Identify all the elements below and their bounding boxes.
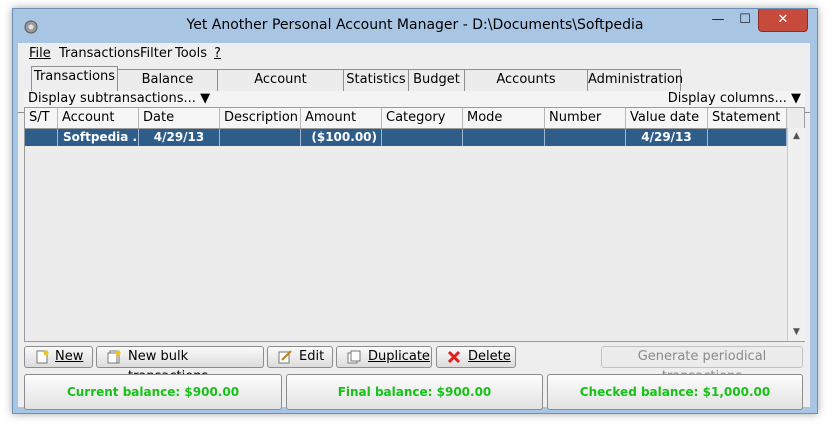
cell-account: Softpedia ... bbox=[58, 129, 139, 146]
cell-number bbox=[545, 129, 626, 146]
column-header-account[interactable]: Account bbox=[58, 108, 139, 128]
delete-x-icon bbox=[447, 350, 461, 364]
display-subtransactions-toggle[interactable]: Display subtransactions... ▼ bbox=[28, 91, 210, 106]
display-columns-toggle[interactable]: Display columns... ▼ bbox=[668, 91, 801, 106]
cell-date: 4/29/13 bbox=[139, 129, 220, 146]
edit-button[interactable]: Edit bbox=[267, 346, 333, 368]
maximize-button[interactable]: ☐ bbox=[732, 9, 758, 31]
triangle-down-icon: ▼ bbox=[791, 91, 801, 106]
menu-file[interactable]: File bbox=[29, 46, 51, 61]
tab-administration[interactable]: Administration bbox=[587, 69, 683, 91]
menu-tools[interactable]: Tools bbox=[175, 46, 207, 61]
new-button-label: New bbox=[55, 349, 84, 364]
display-subtransactions-label: Display subtransactions... bbox=[28, 91, 196, 106]
edit-button-label: Edit bbox=[299, 349, 325, 364]
new-bulk-icon bbox=[107, 350, 121, 364]
edit-pencil-icon bbox=[278, 350, 292, 364]
tab-accounts-summary[interactable]: Accounts summary bbox=[464, 69, 588, 107]
duplicate-button-label: Duplicate bbox=[368, 349, 430, 364]
column-header-amount[interactable]: Amount bbox=[301, 108, 382, 128]
column-header-number[interactable]: Number bbox=[545, 108, 626, 128]
new-bulk-transactions-button[interactable]: New bulk transactions bbox=[96, 346, 264, 384]
vertical-scrollbar[interactable]: ▲ ▼ bbox=[787, 128, 805, 341]
column-header-description[interactable]: Description bbox=[220, 108, 301, 128]
display-columns-label: Display columns... bbox=[667, 91, 787, 106]
menu-help[interactable]: ? bbox=[214, 46, 221, 61]
checked-balance-button[interactable]: Checked balance: $1,000.00 bbox=[547, 374, 803, 410]
main-panel: File Transactions Filter Tools ? Transac… bbox=[18, 43, 810, 410]
cell-statement bbox=[708, 129, 787, 146]
scroll-down-icon[interactable]: ▼ bbox=[788, 324, 805, 340]
cell-mode bbox=[463, 129, 545, 146]
column-header-st[interactable]: S/T bbox=[25, 108, 58, 128]
delete-button-label: Delete bbox=[468, 349, 511, 364]
duplicate-icon bbox=[347, 350, 361, 364]
menu-bar: File Transactions Filter Tools ? bbox=[18, 43, 810, 63]
delete-button[interactable]: Delete bbox=[436, 346, 516, 368]
tab-account-statements[interactable]: Account statements bbox=[217, 69, 344, 107]
final-balance-button[interactable]: Final balance: $900.00 bbox=[286, 374, 543, 410]
scroll-up-icon[interactable]: ▲ bbox=[788, 128, 805, 144]
cell-value-date: 4/29/13 bbox=[626, 129, 708, 146]
menu-transactions[interactable]: Transactions bbox=[59, 46, 140, 61]
display-options-bar: Display subtransactions... ▼ Display col… bbox=[24, 91, 805, 108]
cell-amount: ($100.00) bbox=[301, 129, 382, 146]
new-document-icon bbox=[36, 350, 49, 364]
tab-balance-history[interactable]: Balance history bbox=[117, 69, 218, 107]
cell-description bbox=[220, 129, 301, 146]
tab-transactions[interactable]: Transactions bbox=[31, 66, 118, 91]
window-title: Yet Another Personal Account Manager - D… bbox=[186, 17, 644, 33]
menu-filter[interactable]: Filter bbox=[140, 46, 172, 61]
transactions-table: S/T Account Date Description Amount Cate… bbox=[24, 107, 805, 342]
title-bar[interactable]: Yet Another Personal Account Manager - D… bbox=[13, 9, 817, 43]
table-row[interactable]: Softpedia ... 4/29/13 ($100.00) 4/29/13 bbox=[25, 129, 787, 146]
tab-statistics[interactable]: Statistics bbox=[343, 69, 409, 91]
column-header-value-date[interactable]: Value date bbox=[626, 108, 708, 128]
column-header-statement[interactable]: Statement bbox=[708, 108, 787, 128]
column-header-category[interactable]: Category bbox=[382, 108, 463, 128]
new-button[interactable]: New bbox=[24, 346, 93, 368]
column-header-mode[interactable]: Mode bbox=[463, 108, 545, 128]
table-header: S/T Account Date Description Amount Cate… bbox=[25, 108, 787, 129]
minimize-button[interactable]: — bbox=[704, 9, 732, 31]
generate-periodical-transactions-button[interactable]: Generate periodical transactions bbox=[601, 346, 803, 384]
column-header-date[interactable]: Date bbox=[139, 108, 220, 128]
close-button[interactable]: ✕ bbox=[758, 9, 808, 32]
tab-bar: Transactions Balance history Account sta… bbox=[18, 65, 810, 113]
duplicate-button[interactable]: Duplicate bbox=[336, 346, 432, 368]
current-balance-button[interactable]: Current balance: $900.00 bbox=[24, 374, 282, 410]
triangle-down-icon: ▼ bbox=[200, 91, 211, 106]
cell-st bbox=[25, 129, 58, 146]
cell-category bbox=[382, 129, 463, 146]
app-window: Yet Another Personal Account Manager - D… bbox=[12, 8, 818, 414]
tab-budget[interactable]: Budget bbox=[408, 69, 465, 91]
